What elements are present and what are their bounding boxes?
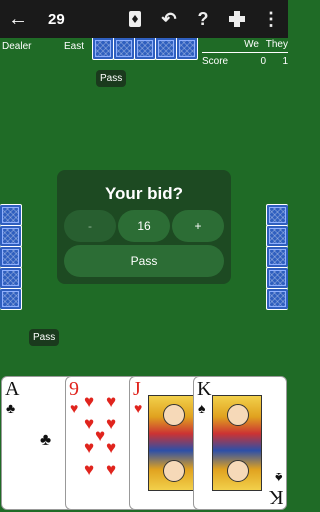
score-col-we: We xyxy=(244,39,259,50)
dealer-position: East xyxy=(64,41,85,52)
score-col-they: They xyxy=(265,39,288,50)
club-icon: ♣ xyxy=(6,400,16,416)
spade-icon: ♠ xyxy=(198,400,206,416)
card-back xyxy=(113,38,135,60)
heart-icon: ♥ xyxy=(70,400,79,416)
card-icon[interactable] xyxy=(118,0,152,38)
card-back xyxy=(0,246,22,268)
more-vert-icon[interactable]: ⋮ xyxy=(254,0,288,38)
toolbar-actions: ↶ ? ⋮ xyxy=(118,0,288,38)
bid-decrease-button[interactable]: - xyxy=(64,210,116,242)
score-table: We They Score 0 1 xyxy=(202,39,288,67)
card-rank: J xyxy=(133,378,141,400)
king-face-art xyxy=(212,395,262,491)
player-hand: A ♣ ♣ 9 ♥ ♥ ♥ ♥ ♥ ♥ ♥ ♥ ♥ ♥ J ♥ K ♠ K ♠ xyxy=(0,376,288,512)
face-head xyxy=(163,404,185,426)
dealer-label: Dealer xyxy=(2,41,32,52)
score-we: 0 xyxy=(260,56,266,67)
jack-face-art xyxy=(148,395,198,491)
app-bar: ← 29 ↶ ? ⋮ xyxy=(0,0,288,38)
heart-icon: ♥ xyxy=(106,460,117,479)
heart-icon: ♥ xyxy=(106,414,117,433)
heart-icon: ♥ xyxy=(134,400,143,416)
face-head xyxy=(163,460,185,482)
card-rank: A xyxy=(5,378,20,400)
face-head xyxy=(227,404,249,426)
north-hand xyxy=(92,38,198,60)
help-icon[interactable]: ? xyxy=(186,0,220,38)
card-back xyxy=(92,38,114,60)
bid-increase-button[interactable]: + xyxy=(172,210,224,242)
heart-icon: ♥ xyxy=(95,426,106,445)
heart-icon: ♥ xyxy=(84,392,95,411)
card-king-spades[interactable]: K ♠ K ♠ xyxy=(193,376,287,510)
heart-icon: ♥ xyxy=(106,438,117,457)
pass-button[interactable]: Pass xyxy=(64,245,224,277)
west-bid-bubble: Pass xyxy=(29,329,60,346)
gamepad-icon[interactable] xyxy=(220,0,254,38)
card-back xyxy=(0,225,22,247)
club-icon: ♣ xyxy=(40,430,52,449)
undo-icon[interactable]: ↶ xyxy=(152,0,186,38)
card-back xyxy=(134,38,156,60)
west-hand xyxy=(0,204,22,310)
heart-icon: ♥ xyxy=(84,438,95,457)
card-back xyxy=(0,204,22,226)
heart-icon: ♥ xyxy=(106,392,117,411)
bid-value: 16 xyxy=(118,210,170,242)
score-row-label: Score xyxy=(202,56,229,67)
score-row: Score 0 1 xyxy=(202,56,288,67)
card-back xyxy=(0,267,22,289)
card-back xyxy=(155,38,177,60)
game-title: 29 xyxy=(48,10,65,28)
card-back xyxy=(266,246,288,268)
east-hand xyxy=(266,204,288,310)
card-back xyxy=(266,204,288,226)
arrow-left-icon[interactable]: ← xyxy=(0,0,36,38)
card-back xyxy=(0,288,22,310)
card-back xyxy=(266,267,288,289)
card-back xyxy=(266,288,288,310)
spade-icon: ♠ xyxy=(274,470,282,486)
face-head xyxy=(227,460,249,482)
card-back xyxy=(176,38,198,60)
north-bid-bubble: Pass xyxy=(96,70,127,87)
card-rank: 9 xyxy=(69,378,79,400)
score-they: 1 xyxy=(282,56,288,67)
bid-prompt: Your bid? xyxy=(104,184,184,203)
score-header: We They xyxy=(202,39,288,53)
card-rank: K xyxy=(268,486,283,508)
card-back xyxy=(266,225,288,247)
bid-panel: Your bid? - 16 + Pass xyxy=(57,170,231,284)
heart-icon: ♥ xyxy=(84,414,95,433)
card-rank: K xyxy=(197,378,212,400)
heart-icon: ♥ xyxy=(84,460,95,479)
